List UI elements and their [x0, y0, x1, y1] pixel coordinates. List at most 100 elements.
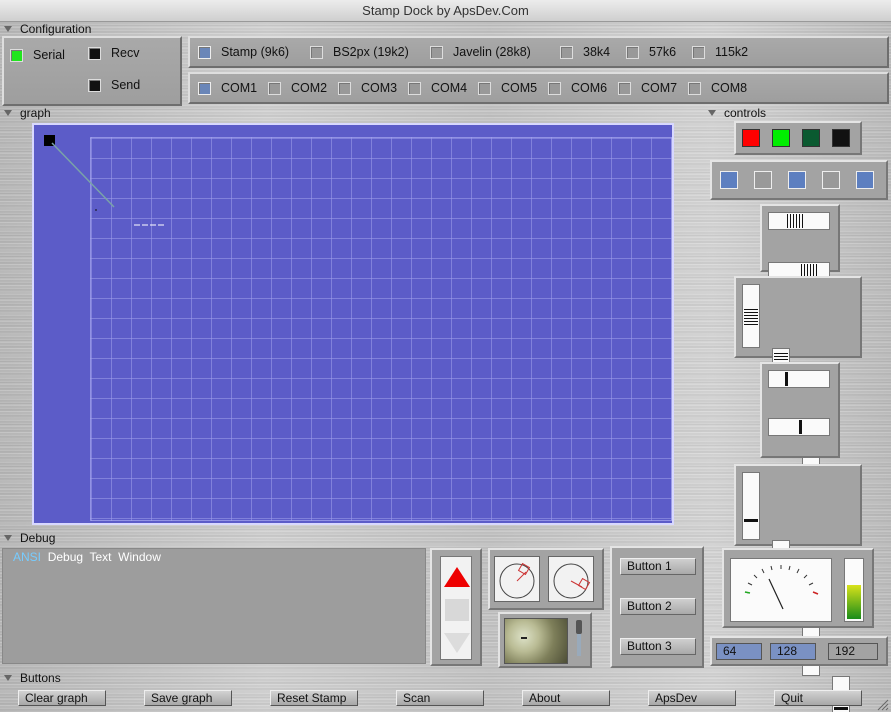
debug-section-header[interactable]: Debug	[4, 531, 55, 545]
collapse-triangle-icon[interactable]	[4, 535, 12, 541]
button-1[interactable]: Button 1	[620, 558, 696, 575]
gauge-needle-icon	[744, 565, 819, 610]
analog-gauge	[730, 558, 832, 622]
speed-option-stamp[interactable]: Stamp (9k6)	[198, 45, 289, 59]
speed-option-javelin[interactable]: Javelin (28k8)	[430, 45, 531, 59]
vbar-1[interactable]	[742, 284, 760, 348]
dial-2[interactable]	[548, 556, 594, 602]
speed-checkbox[interactable]	[692, 45, 705, 59]
speed-checkbox[interactable]	[310, 45, 323, 59]
level-bar	[844, 558, 864, 622]
ansi-label: ANSI	[13, 550, 42, 564]
quit-button[interactable]: Quit	[774, 690, 862, 706]
slider-thumb[interactable]	[799, 420, 802, 434]
speed-checkbox[interactable]	[560, 45, 573, 59]
collapse-triangle-icon[interactable]	[4, 675, 12, 681]
arrow-control[interactable]	[440, 556, 472, 660]
toggle-square-3[interactable]	[788, 171, 806, 189]
button-2[interactable]: Button 2	[620, 598, 696, 615]
speed-checkbox[interactable]	[430, 45, 443, 59]
send-indicator: Send	[88, 78, 140, 92]
port-checkbox[interactable]	[688, 81, 701, 95]
port-option-com2[interactable]: COM2	[268, 81, 327, 95]
hslider-2[interactable]	[768, 418, 830, 436]
collapse-triangle-icon[interactable]	[708, 110, 716, 116]
port-checkbox[interactable]	[338, 81, 351, 95]
save-graph-button[interactable]: Save graph	[144, 690, 232, 706]
scan-button[interactable]: Scan	[396, 690, 484, 706]
toggle-square-2[interactable]	[754, 171, 772, 189]
send-label: Send	[111, 78, 141, 92]
vslider-1[interactable]	[742, 472, 760, 540]
toggle-square-1[interactable]	[720, 171, 738, 189]
speed-checkbox[interactable]	[626, 45, 639, 59]
value-box-2[interactable]: 128	[770, 643, 816, 660]
port-option-com4[interactable]: COM4	[408, 81, 467, 95]
hslider-1[interactable]	[768, 370, 830, 388]
controls-section-header[interactable]: controls	[708, 106, 766, 120]
recv-indicator: Recv	[88, 46, 139, 60]
speed-option-38k4[interactable]: 38k4	[560, 45, 610, 59]
graph-canvas[interactable]	[32, 123, 674, 525]
buttons-section-header[interactable]: Buttons	[4, 671, 61, 685]
port-option-com5[interactable]: COM5	[478, 81, 537, 95]
port-checkbox[interactable]	[618, 81, 631, 95]
speed-option-bs2px[interactable]: BS2px (19k2)	[310, 45, 409, 59]
graph-section-header[interactable]: graph	[4, 106, 51, 120]
buttons-label: Buttons	[20, 671, 61, 685]
green-swatch[interactable]	[772, 129, 790, 147]
about-button[interactable]: About	[522, 690, 610, 706]
toggle-square-5[interactable]	[856, 171, 874, 189]
port-option-com8[interactable]: COM8	[688, 81, 747, 95]
speed-checkbox[interactable]	[198, 45, 211, 59]
red-swatch[interactable]	[742, 129, 760, 147]
speed-panel: Stamp (9k6) BS2px (19k2) Javelin (28k8) …	[188, 36, 889, 68]
port-option-com7[interactable]: COM7	[618, 81, 677, 95]
dial-1[interactable]	[494, 556, 540, 602]
controls-label: controls	[724, 106, 767, 120]
serial-toggle[interactable]: Serial	[10, 48, 65, 62]
resize-grip-icon[interactable]	[876, 698, 889, 711]
dial-panel	[488, 548, 604, 610]
apsdev-button[interactable]: ApsDev	[648, 690, 736, 706]
debug-label: Debug	[20, 531, 56, 545]
slider-thumb[interactable]	[744, 519, 758, 522]
bird-icon	[521, 637, 527, 639]
port-option-label: COM8	[711, 81, 748, 95]
serial-indicator-icon[interactable]	[10, 48, 23, 62]
port-checkbox[interactable]	[478, 81, 491, 95]
window-title-bar: Stamp Dock by ApsDev.Com	[0, 0, 891, 22]
clear-graph-button[interactable]: Clear graph	[18, 690, 106, 706]
hbar-1[interactable]	[768, 212, 830, 230]
slider-thumb[interactable]	[834, 707, 848, 710]
black-swatch[interactable]	[832, 129, 850, 147]
reset-stamp-button[interactable]: Reset Stamp	[270, 690, 358, 706]
port-option-com1[interactable]: COM1	[198, 81, 257, 95]
port-option-com3[interactable]: COM3	[338, 81, 397, 95]
slider-thumb[interactable]	[785, 372, 788, 386]
port-checkbox[interactable]	[408, 81, 421, 95]
port-checkbox[interactable]	[548, 81, 561, 95]
speed-option-115k2[interactable]: 115k2	[692, 45, 748, 59]
port-option-label: COM2	[291, 81, 328, 95]
dark-green-swatch[interactable]	[802, 129, 820, 147]
speed-option-57k6[interactable]: 57k6	[626, 45, 676, 59]
window-title: Stamp Dock by ApsDev.Com	[362, 3, 529, 18]
speed-option-label: 57k6	[649, 45, 677, 59]
configuration-section-header[interactable]: Configuration	[4, 22, 91, 36]
button-3[interactable]: Button 3	[620, 638, 696, 655]
port-option-com6[interactable]: COM6	[548, 81, 607, 95]
debug-window-title: ANSI Debug Text Window	[13, 550, 161, 564]
collapse-triangle-icon[interactable]	[4, 110, 12, 116]
value-box-1[interactable]: 64	[716, 643, 762, 660]
arrow-icons	[444, 567, 470, 653]
toggle-square-4[interactable]	[822, 171, 840, 189]
speed-option-label: BS2px (19k2)	[333, 45, 409, 59]
port-checkbox[interactable]	[268, 81, 281, 95]
debug-text-window[interactable]: ANSI Debug Text Window	[2, 548, 426, 664]
hbar-fill	[787, 214, 803, 228]
port-checkbox[interactable]	[198, 81, 211, 95]
value-box-3[interactable]: 192	[828, 643, 878, 660]
collapse-triangle-icon[interactable]	[4, 26, 12, 32]
recv-led-icon	[88, 46, 101, 60]
